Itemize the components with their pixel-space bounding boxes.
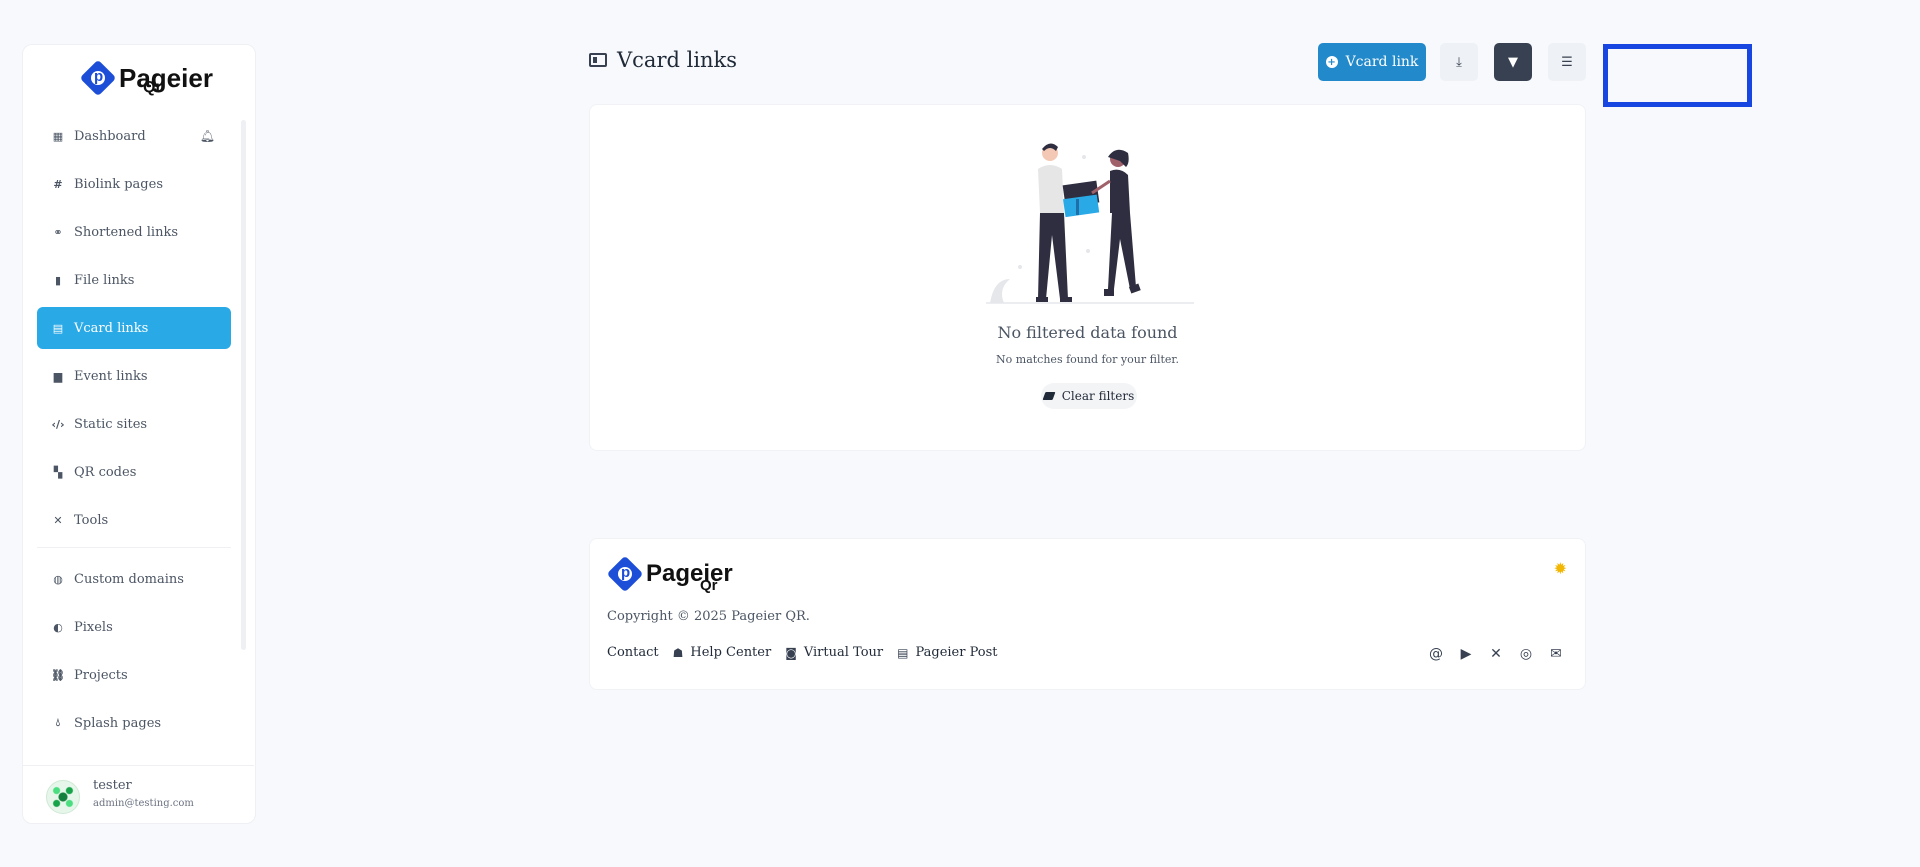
download-button[interactable]: ⤓ — [1440, 43, 1478, 81]
adjust-icon: ◐ — [53, 620, 63, 634]
sidebar-item-file-links[interactable]: ▮ File links — [37, 259, 231, 301]
link-icon: ⚭ — [53, 225, 63, 239]
id-card-icon: ▤ — [52, 321, 64, 335]
bell-icon[interactable]: 🔔︎ — [200, 129, 215, 143]
sidebar-item-static-sites[interactable]: ‹/› Static sites — [37, 403, 231, 445]
sidebar-item-label: QR codes — [74, 464, 137, 480]
sidebar-divider — [37, 547, 231, 548]
footer-link-label: Contact — [607, 645, 659, 660]
sidebar-item-label: Vcard links — [74, 320, 149, 336]
sidebar-item-projects[interactable]: ⛓ Projects — [37, 654, 231, 696]
vr-cardboard-icon: ◙ — [785, 645, 797, 660]
sidebar-item-dashboard[interactable]: ▦ Dashboard 🔔︎ — [37, 115, 231, 157]
user-email: admin@testing.com — [93, 798, 194, 809]
brand-name: Pageier — [646, 560, 733, 587]
sidebar-nav: ▦ Dashboard 🔔︎ # Biolink pages ⚭ Shorten… — [37, 115, 231, 750]
calendar-icon: ▆ — [53, 369, 63, 383]
list-view-button[interactable]: ☰ — [1548, 43, 1586, 81]
copyright: Copyright © 2025 Pageier QR. — [607, 609, 810, 624]
id-card-icon: ▤ — [897, 645, 909, 660]
sidebar-item-event-links[interactable]: ▆ Event links — [37, 355, 231, 397]
sidebar-item-label: Custom domains — [74, 571, 184, 587]
page-header: Vcard links — [589, 48, 737, 72]
create-vcard-link-button[interactable]: + Vcard link — [1318, 43, 1426, 81]
download-icon: ⤓ — [1456, 54, 1462, 70]
sidebar-item-label: Static sites — [74, 416, 148, 432]
filter-button[interactable]: ▼ — [1494, 43, 1532, 81]
create-button-label: Vcard link — [1345, 54, 1419, 70]
instagram-icon[interactable]: ◎ — [1515, 643, 1537, 665]
theme-toggle-sun-icon[interactable]: ✹ — [1554, 559, 1567, 578]
sidebar-item-biolink-pages[interactable]: # Biolink pages — [37, 163, 231, 205]
brand-name: Pageier — [119, 63, 213, 93]
avatar — [46, 780, 80, 814]
hands-helping-icon: ☗ — [672, 645, 684, 660]
sidebar-item-label: File links — [74, 272, 135, 288]
user-menu[interactable]: tester admin@testing.com — [22, 722, 256, 824]
brand-sub: Qr — [143, 79, 162, 96]
empty-state-title: No filtered data found — [997, 323, 1178, 342]
footer-link-label: Pageier Post — [915, 645, 998, 660]
sidebar-item-label: Biolink pages — [74, 176, 163, 192]
sidebar-item-label: Projects — [74, 667, 128, 683]
divider — [22, 765, 254, 766]
highlight-box — [1603, 44, 1752, 107]
footer-link-contact[interactable]: Contact — [607, 645, 659, 660]
filter-icon: ▼ — [1508, 54, 1518, 70]
sidebar-item-label: Pixels — [74, 619, 113, 635]
footer-link-pageier-post[interactable]: ▤ Pageier Post — [897, 645, 997, 660]
id-card-icon — [589, 53, 607, 67]
globe-icon: ◍ — [53, 572, 63, 586]
x-icon[interactable]: ✕ — [1485, 643, 1507, 665]
empty-state-card: No filtered data found No matches found … — [589, 104, 1586, 451]
footer-link-label: Help Center — [690, 645, 772, 660]
table-icon: ▦ — [52, 129, 64, 143]
code-icon: ‹/› — [51, 417, 65, 431]
footer-link-help-center[interactable]: ☗ Help Center — [673, 645, 772, 660]
sidebar-item-label: Event links — [74, 368, 148, 384]
user-name: tester — [93, 778, 132, 793]
empty-state-subtitle: No matches found for your filter. — [996, 353, 1179, 366]
sidebar-scrollbar[interactable] — [241, 120, 246, 650]
footer-link-label: Virtual Tour — [803, 645, 884, 660]
threads-icon[interactable]: @ — [1425, 643, 1447, 665]
page-title: Vcard links — [617, 48, 738, 72]
hash-icon: # — [53, 177, 63, 191]
sidebar-item-pixels[interactable]: ◐ Pixels — [37, 606, 231, 648]
sidebar-item-custom-domains[interactable]: ◍ Custom domains — [37, 558, 231, 600]
sidebar-item-tools[interactable]: ✕ Tools — [37, 499, 231, 541]
logo-mark-icon: p — [79, 59, 117, 97]
list-icon: ☰ — [1561, 54, 1573, 70]
sidebar-item-label: Shortened links — [74, 224, 178, 240]
sidebar-item-label: Dashboard — [74, 128, 146, 144]
plus-circle-icon: + — [1325, 56, 1338, 68]
file-icon: ▮ — [54, 273, 62, 287]
footer-links: Contact ☗ Help Center ◙ Virtual Tour ▤ P… — [607, 645, 1012, 660]
youtube-icon[interactable]: ▶ — [1455, 643, 1477, 665]
footer: p Pageier Qr ✹ Copyright © 2025 Pageier … — [589, 538, 1586, 690]
sidebar-item-shortened-links[interactable]: ⚭ Shortened links — [37, 211, 231, 253]
clear-filters-label: Clear filters — [1061, 389, 1135, 403]
logo-mark-icon: p — [606, 555, 644, 593]
empty-state-illustration — [986, 143, 1194, 304]
brand-sub: Qr — [700, 577, 718, 594]
sidebar-item-label: Tools — [74, 512, 109, 528]
social-links: @ ▶ ✕ ◎ ✉ — [1417, 643, 1567, 665]
email-icon[interactable]: ✉ — [1545, 643, 1567, 665]
qrcode-icon: ▚ — [53, 465, 63, 479]
sidebar-item-qr-codes[interactable]: ▚ QR codes — [37, 451, 231, 493]
sidebar-item-vcard-links[interactable]: ▤ Vcard links — [37, 307, 231, 349]
sidebar: p Pageier Qr ▦ Dashboard 🔔︎ # Biolink pa… — [22, 44, 256, 824]
project-diagram-icon: ⛓ — [51, 668, 65, 682]
footer-link-virtual-tour[interactable]: ◙ Virtual Tour — [785, 645, 883, 660]
tools-icon: ✕ — [53, 513, 63, 527]
eraser-icon — [1042, 392, 1056, 400]
clear-filters-button[interactable]: Clear filters — [1041, 383, 1137, 409]
